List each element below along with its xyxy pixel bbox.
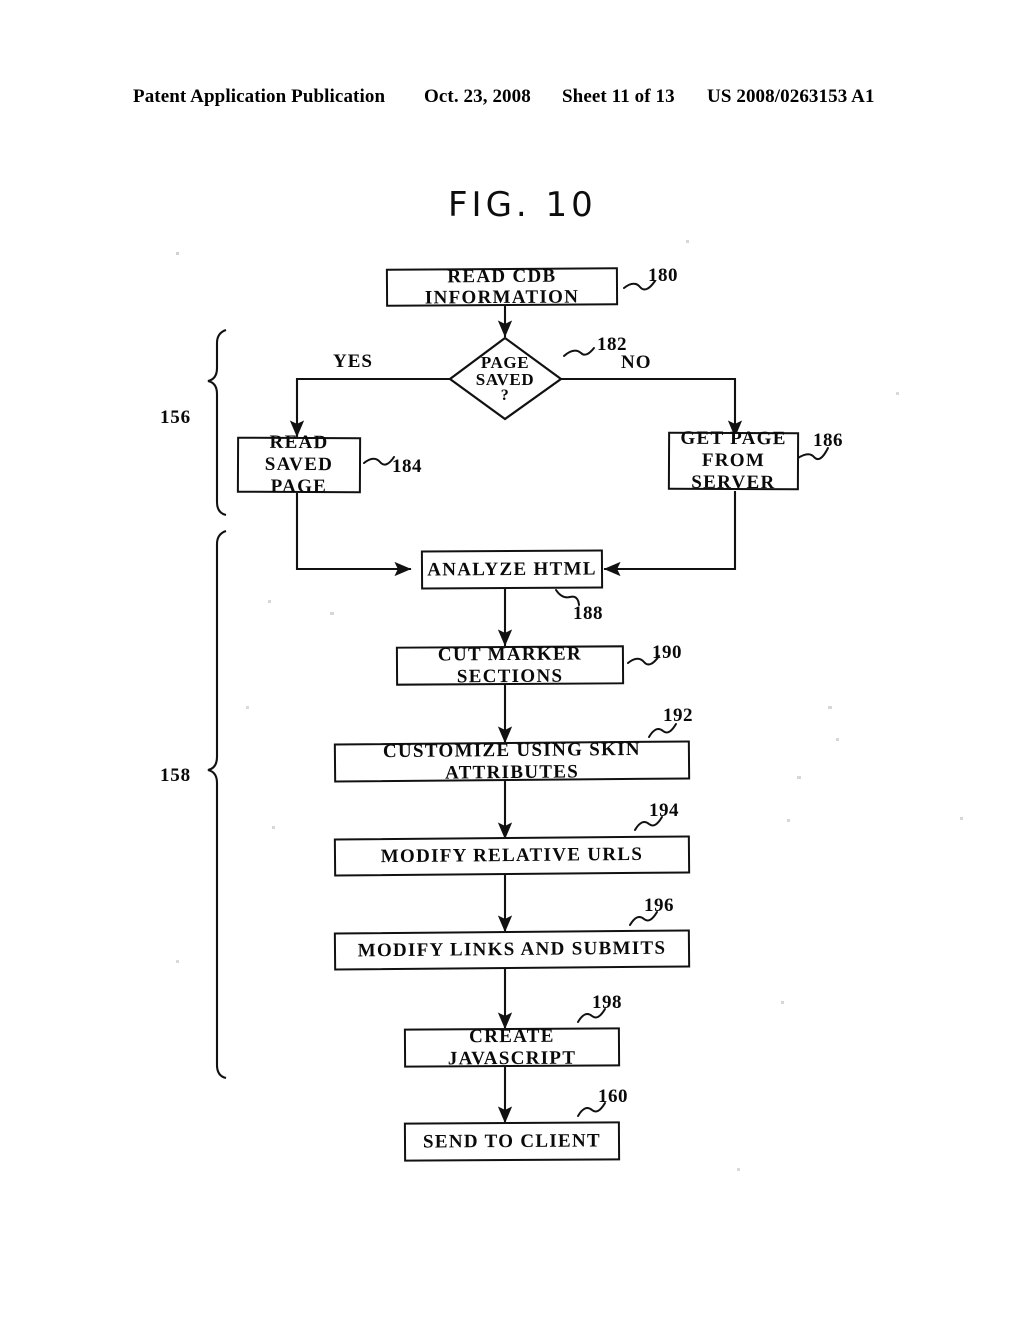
ref-198: 198 <box>592 992 622 1013</box>
node-label: SEND TO CLIENT <box>422 1130 602 1153</box>
scan-speck <box>272 826 275 829</box>
node-label: CUT MARKER SECTIONS <box>437 643 583 687</box>
ref-194: 194 <box>649 800 679 821</box>
scan-speck <box>737 1168 740 1171</box>
decision-label-line3: ? <box>500 386 510 404</box>
node-label-line2: FROM SERVER <box>691 449 776 494</box>
node-modify-links-and-submits[interactable]: MODIFY LINKS AND SUBMITS <box>333 929 691 971</box>
scan-speck <box>176 252 179 255</box>
node-label-line1: READ SAVED <box>264 432 334 476</box>
scan-speck <box>960 817 963 820</box>
scan-speck <box>330 612 334 615</box>
node-label-line1: GET PAGE <box>680 428 787 450</box>
group-brace-158 <box>207 530 227 1080</box>
decision-label: PAGE SAVED ? <box>449 338 561 420</box>
ref-180: 180 <box>648 265 678 286</box>
ref-192: 192 <box>663 705 693 726</box>
scan-speck <box>836 738 839 741</box>
scan-speck <box>781 1001 784 1004</box>
node-label-line2: PAGE <box>270 475 328 498</box>
branch-label-yes: YES <box>333 351 373 372</box>
group-label-156: 156 <box>160 407 191 428</box>
node-modify-relative-urls[interactable]: MODIFY RELATIVE URLS <box>333 835 691 877</box>
ref-196: 196 <box>644 895 674 916</box>
ref-184: 184 <box>392 456 422 477</box>
node-read-saved-page[interactable]: READ SAVED PAGE <box>236 432 362 497</box>
scan-speck <box>246 706 249 709</box>
scan-speck <box>828 706 832 709</box>
node-label: ANALYZE HTML <box>427 558 597 581</box>
scan-speck <box>176 960 179 963</box>
scan-speck <box>686 240 689 243</box>
node-label: MODIFY LINKS AND SUBMITS <box>357 938 667 962</box>
node-cut-marker-sections[interactable]: CUT MARKER SECTIONS <box>395 643 625 687</box>
node-page-saved-decision[interactable]: PAGE SAVED ? <box>449 338 561 420</box>
group-label-158: 158 <box>160 765 191 786</box>
node-label: CREATE JAVASCRIPT <box>447 1025 577 1069</box>
scan-speck <box>797 776 801 779</box>
node-label: READ CDB INFORMATION <box>424 265 580 309</box>
node-label: MODIFY RELATIVE URLS <box>380 844 644 868</box>
ref-186: 186 <box>813 430 843 451</box>
decision-label-line1: PAGE <box>480 353 530 373</box>
scan-speck <box>268 600 271 603</box>
node-label: CUSTOMIZE USING SKIN ATTRIBUTES <box>382 739 641 784</box>
ref-160: 160 <box>598 1086 628 1107</box>
scan-speck <box>787 819 790 822</box>
node-create-javascript[interactable]: CREATE JAVASCRIPT <box>403 1025 621 1069</box>
branch-label-no: NO <box>621 352 652 373</box>
node-get-page-from-server[interactable]: GET PAGE FROM SERVER <box>667 428 800 494</box>
ref-190: 190 <box>652 642 682 663</box>
scan-speck <box>896 392 899 395</box>
flowchart-diagram: READ CDB INFORMATION 180 PAGE SAVED ? 18… <box>0 0 1024 1320</box>
node-analyze-html[interactable]: ANALYZE HTML <box>420 549 604 590</box>
group-brace-156 <box>207 329 227 517</box>
node-read-cdb-information[interactable]: READ CDB INFORMATION <box>385 265 619 309</box>
node-customize-using-skin-attributes[interactable]: CUSTOMIZE USING SKIN ATTRIBUTES <box>333 739 691 784</box>
ref-188: 188 <box>573 603 603 624</box>
node-send-to-client[interactable]: SEND TO CLIENT <box>403 1121 621 1162</box>
